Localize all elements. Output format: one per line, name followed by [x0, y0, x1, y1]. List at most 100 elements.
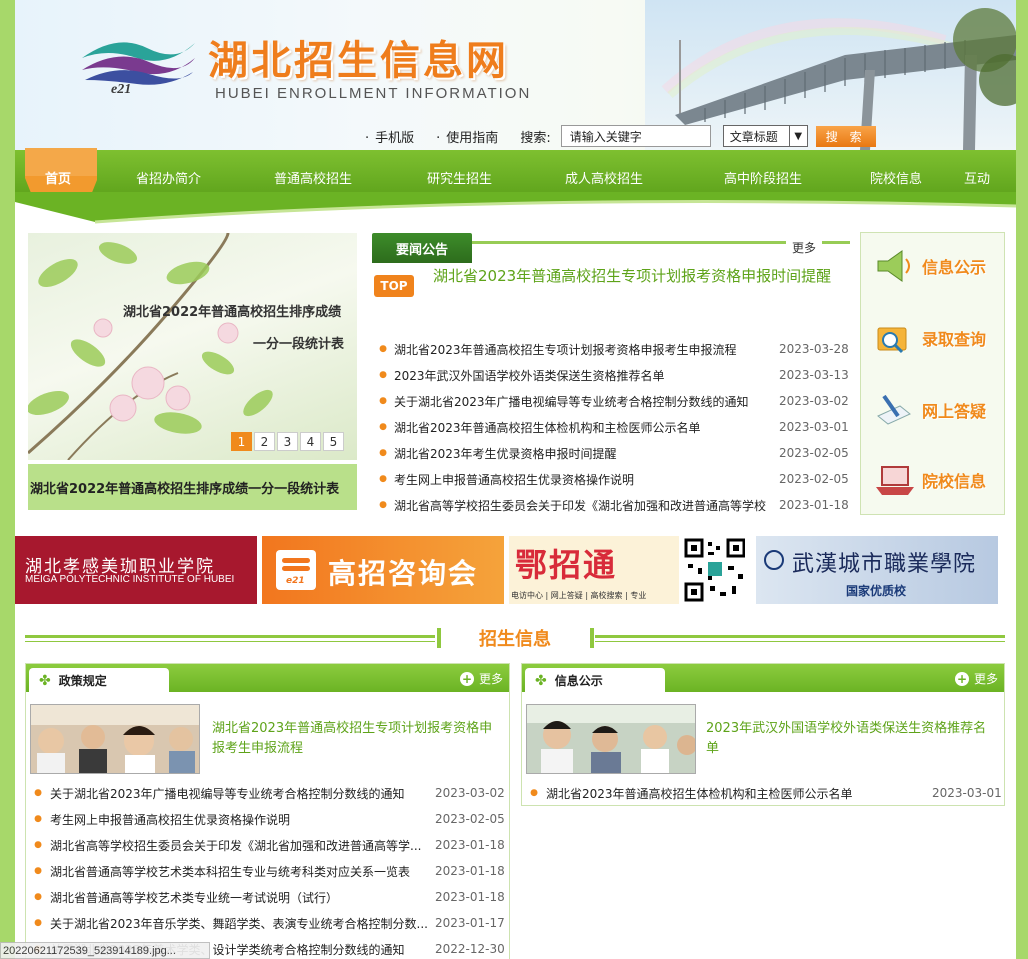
policy-title[interactable]: 湖北省普通高等学校艺术类专业统一考试说明（试行） — [50, 889, 435, 906]
section-divider: 招生信息 — [25, 625, 1005, 651]
banner-ezhaotong[interactable]: 鄂招通 电访中心 | 网上答疑 | 高校搜索 | 专业 — [509, 536, 745, 604]
list-item[interactable]: ● 湖北省高等学校招生委员会关于印发《湖北省加强和改进普通高等学... 2023-0… — [26, 832, 509, 858]
list-item[interactable]: ● 湖北省2023年普通高校招生专项计划报考资格申报考生申报流程 2023-03-2… — [372, 336, 850, 362]
slide-page-4[interactable]: 4 — [300, 432, 321, 451]
policy-tab-label: 政策规定 — [58, 674, 107, 688]
laptop-icon — [871, 458, 916, 503]
policy-date: 2023-01-18 — [435, 838, 505, 852]
bullet-icon: ● — [379, 500, 387, 510]
publicity-photo[interactable] — [526, 704, 696, 774]
bullet-icon: ● — [379, 344, 387, 354]
nav-item-graduate[interactable]: 研究生招生 — [427, 168, 492, 187]
list-item[interactable]: ● 湖北省2023年普通高校招生体检机构和主检医师公示名单 2023-03-01 — [372, 414, 850, 440]
policy-photo[interactable] — [30, 704, 200, 774]
folder-search-icon — [871, 316, 916, 361]
news-tab[interactable]: 要闻公告 — [372, 233, 472, 263]
slide-page-1[interactable]: 1 — [231, 432, 252, 451]
pen-paper-icon — [871, 388, 916, 433]
right-margin — [1016, 0, 1028, 959]
site-title: 湖北招生信息网 — [208, 38, 509, 84]
banner-consultation[interactable]: e21 高招咨询会 — [262, 536, 504, 604]
banner-meiga[interactable]: 湖北孝感美珈职业学院 MEIGA POLYTECHNIC INSTITUTE O… — [15, 536, 257, 604]
chevron-down-icon[interactable]: ▼ — [788, 126, 807, 146]
top-toolbar: 手机版 使用指南 搜索: 文章标题 ▼ 搜 索 — [365, 125, 876, 147]
section-title: 招生信息 — [479, 629, 551, 650]
banner-consultation-title: 高招咨询会 — [328, 557, 479, 590]
nav-item-interact[interactable]: 互动 — [964, 168, 990, 187]
list-item[interactable]: ● 考生网上申报普通高校招生优录资格操作说明 2023-02-05 — [26, 806, 509, 832]
news-headline[interactable]: 湖北省2023年普通高校招生专项计划报考资格申报时间提醒 — [433, 265, 843, 287]
list-item[interactable]: ● 湖北省普通高等学校艺术类本科招生专业与统考科类对应关系一览表 2023-01-1… — [26, 858, 509, 884]
megaphone-icon — [871, 244, 916, 289]
policy-feature-title[interactable]: 湖北省2023年普通高校招生专项计划报考资格申报考生申报流程 — [212, 719, 502, 759]
policy-title[interactable]: 湖北省高等学校招生委员会关于印发《湖北省加强和改进普通高等学... — [50, 837, 435, 854]
publicity-box-header: ✤ 信息公示 + 更多 — [522, 664, 1004, 693]
slide-caption[interactable]: 湖北省2022年普通高校招生排序成绩一分一段统计表 — [28, 464, 357, 510]
banner-wuhan-city[interactable]: 武漢城市職業學院 国家优质校 — [756, 536, 998, 604]
nav-item-colleges[interactable]: 院校信息 — [870, 168, 922, 187]
quick-link-qa[interactable]: 网上答疑 — [871, 385, 996, 435]
bullet-icon: ● — [379, 474, 387, 484]
header: e21 湖北招生信息网 HUBEI ENROLLMENT INFORMATION — [15, 0, 1016, 150]
nav-item-home[interactable]: 首页 — [45, 168, 71, 187]
policy-title[interactable]: 关于湖北省2023年广播电视编导等专业统考合格控制分数线的通知 — [50, 785, 435, 802]
slide-text-line2: 一分一段统计表 — [253, 337, 345, 352]
nav-item-about[interactable]: 省招办简介 — [136, 168, 201, 187]
mobile-link[interactable]: 手机版 — [365, 127, 414, 146]
search-button[interactable]: 搜 索 — [815, 125, 876, 147]
list-item[interactable]: ● 湖北省普通高等学校艺术类专业统一考试说明（试行） 2023-01-18 — [26, 884, 509, 910]
tab-policy[interactable]: ✤ 政策规定 — [29, 668, 169, 693]
news-title[interactable]: 湖北省高等学校招生委员会关于印发《湖北省加强和改进普通高等学校 — [394, 497, 779, 514]
publicity-title[interactable]: 湖北省2023年普通高校招生体检机构和主检医师公示名单 — [546, 785, 932, 802]
list-item[interactable]: ● 湖北省高等学校招生委员会关于印发《湖北省加强和改进普通高等学校 2023-01-… — [372, 492, 850, 518]
list-item[interactable]: ● 2023年武汉外国语学校外语类保送生资格推荐名单 2023-03-13 — [372, 362, 850, 388]
list-item[interactable]: ● 湖北省2023年考生优录资格申报时间提醒 2023-02-05 — [372, 440, 850, 466]
policy-title[interactable]: 考生网上申报普通高校招生优录资格操作说明 — [50, 811, 435, 828]
publicity-more-link[interactable]: + 更多 — [954, 670, 998, 687]
list-item[interactable]: ● 关于湖北省2023年音乐学类、舞蹈学类、表演专业统考合格控制分数... 2023… — [26, 910, 509, 936]
policy-title[interactable]: 关于湖北省2023年音乐学类、舞蹈学类、表演专业统考合格控制分数... — [50, 915, 435, 932]
quick-link-admission[interactable]: 录取查询 — [871, 313, 996, 363]
policy-date: 2022-12-30 — [435, 942, 505, 956]
slide-image[interactable]: 湖北省2022年普通高校招生排序成绩 一分一段统计表 1 2 3 4 5 — [28, 233, 357, 460]
quick-link-colleges[interactable]: 院校信息 — [871, 455, 996, 505]
site-subtitle: HUBEI ENROLLMENT INFORMATION — [215, 85, 532, 102]
news-list: ● 湖北省2023年普通高校招生专项计划报考资格申报考生申报流程 2023-03-2… — [372, 336, 850, 518]
news-title[interactable]: 湖北省2023年考生优录资格申报时间提醒 — [394, 445, 779, 462]
nav-item-undergrad[interactable]: 普通高校招生 — [274, 168, 352, 187]
list-item[interactable]: ● 湖北省2023年普通高校招生体检机构和主检医师公示名单 2023-03-01 — [522, 780, 1004, 806]
logo-icon[interactable] — [77, 28, 197, 103]
publicity-box: ✤ 信息公示 + 更多 2023年武汉外国语学校外语类保送生资格推荐名单 ● 湖北省2… — [521, 663, 1005, 806]
list-item[interactable]: ● 关于湖北省2023年广播电视编导等专业统考合格控制分数线的通知 2023-03-… — [26, 780, 509, 806]
slide-page-2[interactable]: 2 — [254, 432, 275, 451]
slide-page-3[interactable]: 3 — [277, 432, 298, 451]
nav-item-highschool[interactable]: 高中阶段招生 — [724, 168, 802, 187]
slide-page-5[interactable]: 5 — [323, 432, 344, 451]
news-date: 2023-03-13 — [779, 368, 849, 382]
nav-item-adult[interactable]: 成人高校招生 — [565, 168, 643, 187]
news-title[interactable]: 湖北省2023年普通高校招生体检机构和主检医师公示名单 — [394, 419, 779, 436]
news-date: 2023-03-28 — [779, 342, 849, 356]
e21-logo-text: e21 — [286, 576, 305, 586]
e21-logo-icon: e21 — [276, 550, 316, 590]
slide-pagination: 1 2 3 4 5 — [231, 432, 344, 451]
bullet-icon: ● — [379, 370, 387, 380]
news-more-link[interactable]: 更多 — [785, 239, 822, 256]
slideshow[interactable]: 湖北省2022年普通高校招生排序成绩 一分一段统计表 1 2 3 4 5 湖北省… — [28, 233, 357, 510]
news-title[interactable]: 考生网上申报普通高校招生优录资格操作说明 — [394, 471, 779, 488]
news-title[interactable]: 关于湖北省2023年广播电视编导等专业统考合格控制分数线的通知 — [394, 393, 779, 410]
publicity-feature-title[interactable]: 2023年武汉外国语学校外语类保送生资格推荐名单 — [706, 719, 998, 759]
search-scope-select[interactable]: 文章标题 ▼ — [722, 125, 808, 147]
bullet-icon: ● — [34, 892, 42, 902]
quick-link-info[interactable]: 信息公示 — [871, 241, 996, 291]
policy-title[interactable]: 湖北省普通高等学校艺术类本科招生专业与统考科类对应关系一览表 — [50, 863, 435, 880]
policy-more-link[interactable]: + 更多 — [459, 670, 503, 687]
news-title[interactable]: 湖北省2023年普通高校招生专项计划报考资格申报考生申报流程 — [394, 341, 779, 358]
guide-link[interactable]: 使用指南 — [436, 127, 498, 146]
tab-publicity[interactable]: ✤ 信息公示 — [525, 668, 665, 693]
left-margin — [0, 0, 15, 959]
list-item[interactable]: ● 考生网上申报普通高校招生优录资格操作说明 2023-02-05 — [372, 466, 850, 492]
list-item[interactable]: ● 关于湖北省2023年广播电视编导等专业统考合格控制分数线的通知 2023-03-… — [372, 388, 850, 414]
search-input[interactable] — [560, 125, 711, 147]
news-title[interactable]: 2023年武汉外国语学校外语类保送生资格推荐名单 — [394, 367, 779, 384]
